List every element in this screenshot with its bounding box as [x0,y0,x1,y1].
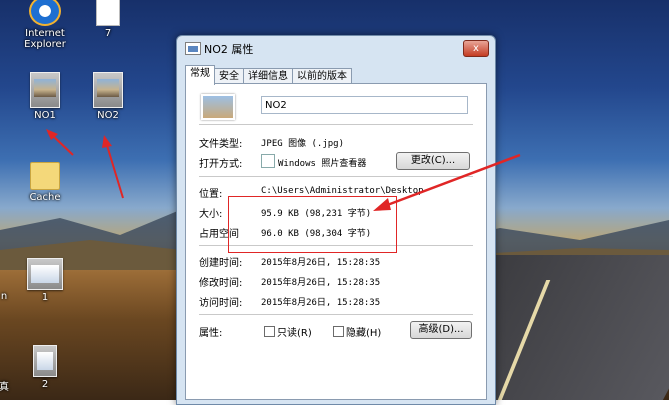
attributes-label: 属性: [199,328,223,339]
accessed-value: 2015年8月26日, 15:28:35 [261,298,381,308]
tab-bar: 常规 安全 详细信息 以前的版本 [185,65,352,85]
divider [199,124,473,125]
desktop-icon-label: Cache [29,192,61,203]
desktop-icon-label: Internet Explorer [24,28,66,50]
screenshot-thumbnail-icon [27,258,63,290]
tab-general[interactable]: 常规 [185,65,215,85]
filename-input[interactable]: NO2 [261,96,468,114]
desktop-icon-cache[interactable]: Cache [13,162,77,203]
accessed-label: 访问时间: [199,298,243,309]
annotation-arrow-icon [46,129,74,156]
photo-viewer-icon [261,154,275,168]
image-file-icon [185,42,201,55]
edge-label: n [0,291,8,302]
desktop-icon-ie[interactable]: Internet Explorer [13,0,77,50]
hidden-label[interactable]: 隐藏(H) [346,324,381,339]
hidden-checkbox[interactable] [333,326,344,337]
screenshot-thumbnail-icon [33,345,57,377]
desktop-icon-no1[interactable]: NO1 [13,72,77,121]
desktop-icon-no2[interactable]: NO2 [76,72,140,121]
image-thumbnail-icon [30,72,60,108]
opens-with-value: Windows 照片查看器 [278,159,367,169]
modified-value: 2015年8月26日, 15:28:35 [261,278,381,288]
size-label: 大小: [199,209,223,220]
type-value: JPEG 图像 (.jpg) [261,139,345,149]
readonly-checkbox[interactable] [264,326,275,337]
close-button[interactable]: x [463,40,489,57]
internet-explorer-icon [29,0,61,26]
readonly-label[interactable]: 只读(R) [277,324,312,339]
document-icon [96,0,120,26]
dialog-title: NO2 属性 [204,43,254,56]
folder-icon [30,162,60,190]
advanced-button[interactable]: 高级(D)... [410,321,472,339]
desktop-icon-label: 7 [104,28,112,39]
image-thumbnail-icon [93,72,123,108]
created-value: 2015年8月26日, 15:28:35 [261,258,381,268]
created-label: 创建时间: [199,258,243,269]
edge-label: 真 [0,382,9,393]
desktop-icon-label: NO1 [34,110,56,121]
desktop-icon-7[interactable]: 7 [76,0,140,39]
opens-with-label: 打开方式: [199,159,243,170]
annotation-arrow-icon [102,135,124,199]
divider [199,314,473,315]
title-bar[interactable]: NO2 属性 x [177,36,495,60]
location-label: 位置: [199,189,223,200]
type-label: 文件类型: [199,139,243,150]
desktop-icon-label: NO2 [97,110,119,121]
modified-label: 修改时间: [199,278,243,289]
annotation-arrow-icon [373,153,521,211]
file-preview-icon [201,94,235,120]
